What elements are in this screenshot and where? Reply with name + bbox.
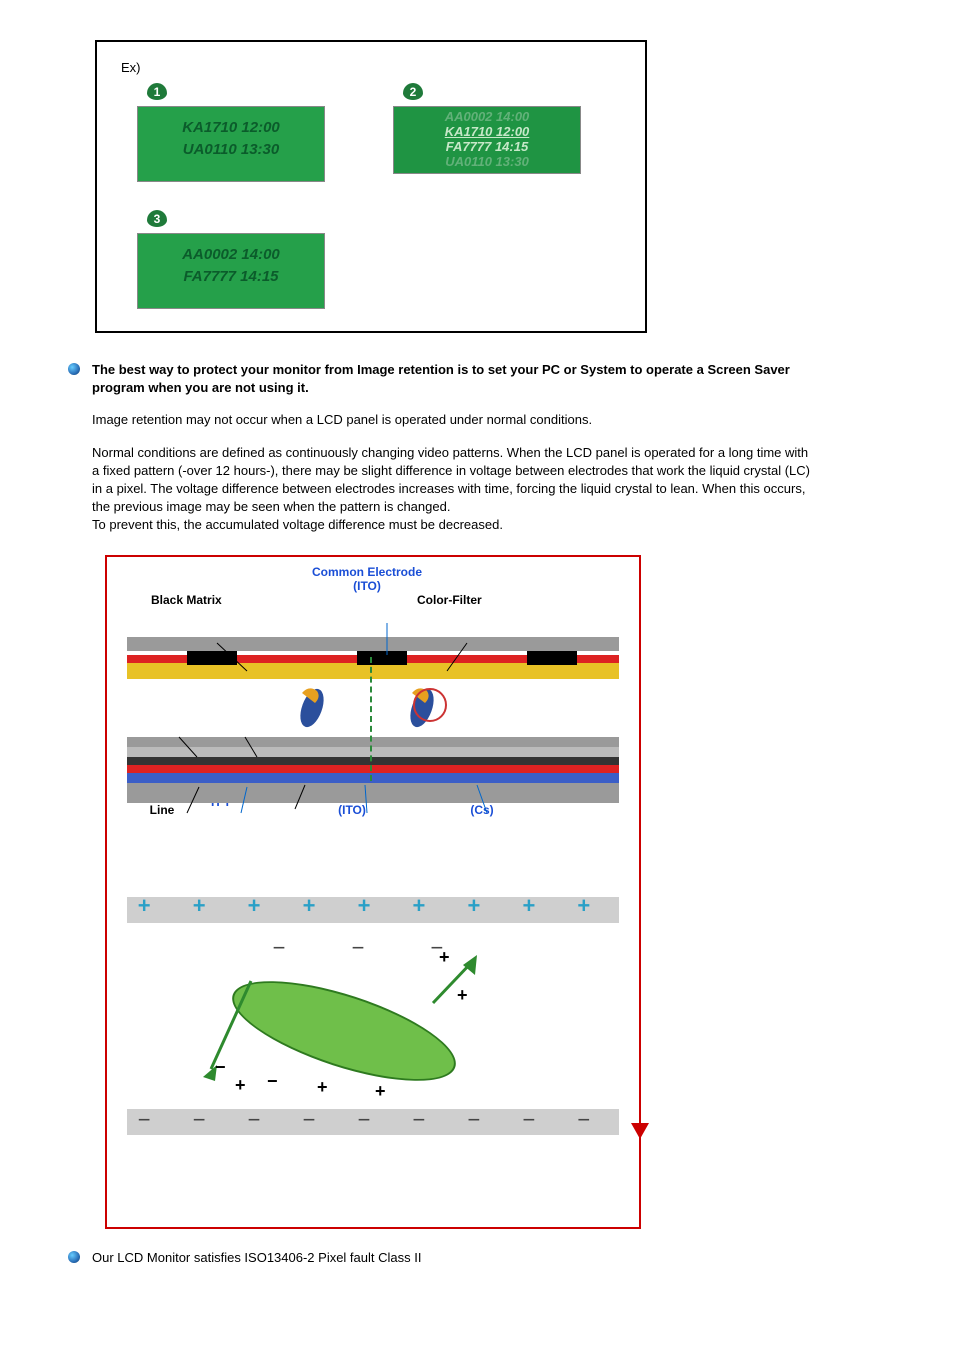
panel2-line1: KA1710 12:00 xyxy=(394,124,580,139)
example-panel-3: AA0002 14:00 FA7777 14:15 xyxy=(137,233,325,309)
example-panel-2: AA0002 14:00 KA1710 12:00 FA7777 14:15 U… xyxy=(393,106,581,174)
badge-3: 3 xyxy=(147,210,167,227)
badge-1: 1 xyxy=(147,83,167,100)
bullet-best-way: The best way to protect your monitor fro… xyxy=(92,361,812,397)
panel1-line1: KA1710 12:00 xyxy=(138,117,324,139)
red-connector xyxy=(609,555,639,557)
lc-arrow-right-icon xyxy=(425,955,485,1015)
bullet-iso: Our LCD Monitor satisfies ISO13406-2 Pix… xyxy=(92,1249,421,1267)
panel2-bottom: UA0110 13:30 xyxy=(394,154,580,169)
paragraph-3: To prevent this, the accumulated voltage… xyxy=(92,516,812,534)
minus-row-bottom: − − − − − − − − − xyxy=(137,1107,609,1133)
plus-row-top: + + + + + + + + + xyxy=(137,893,609,919)
badge-2: 2 xyxy=(403,83,423,100)
bullet-icon xyxy=(68,1251,80,1263)
minus-icon: − xyxy=(267,1071,278,1092)
paragraph-1: Image retention may not occur when a LCD… xyxy=(92,411,812,429)
paragraph-2: Normal conditions are defined as continu… xyxy=(92,444,812,517)
plus-icon: + xyxy=(235,1075,246,1096)
capacitor-diagram: + + + + + + + + + − − − + + + + + − − − … xyxy=(107,877,639,1227)
bullet-icon xyxy=(68,363,80,375)
panel3-line1: AA0002 14:00 xyxy=(138,244,324,266)
plus-icon: + xyxy=(317,1077,328,1098)
panel3-line2: FA7777 14:15 xyxy=(138,266,324,288)
lcd-cross-section: Common Electrode (ITO) Black Matrix Colo… xyxy=(107,557,639,877)
example-figure: Ex) 1 KA1710 12:00 UA0110 13:30 2 AA0002… xyxy=(95,40,647,333)
example-panel-1: KA1710 12:00 UA0110 13:30 xyxy=(137,106,325,182)
plus-icon: + xyxy=(439,947,450,968)
plus-icon: + xyxy=(375,1081,386,1102)
pointer-lines xyxy=(127,587,627,817)
minus-icon: − xyxy=(215,1057,226,1078)
panel1-line2: UA0110 13:30 xyxy=(138,139,324,161)
example-label: Ex) xyxy=(121,60,627,75)
minus-row-top: − − − xyxy=(137,935,609,961)
red-arrow-icon xyxy=(639,887,641,1137)
lcd-diagram: Common Electrode (ITO) Black Matrix Colo… xyxy=(105,555,641,1229)
lc-arrow-left-icon xyxy=(203,973,263,1083)
panel2-line2: FA7777 14:15 xyxy=(394,139,580,154)
panel2-top: AA0002 14:00 xyxy=(394,109,580,124)
plus-icon: + xyxy=(457,985,468,1006)
